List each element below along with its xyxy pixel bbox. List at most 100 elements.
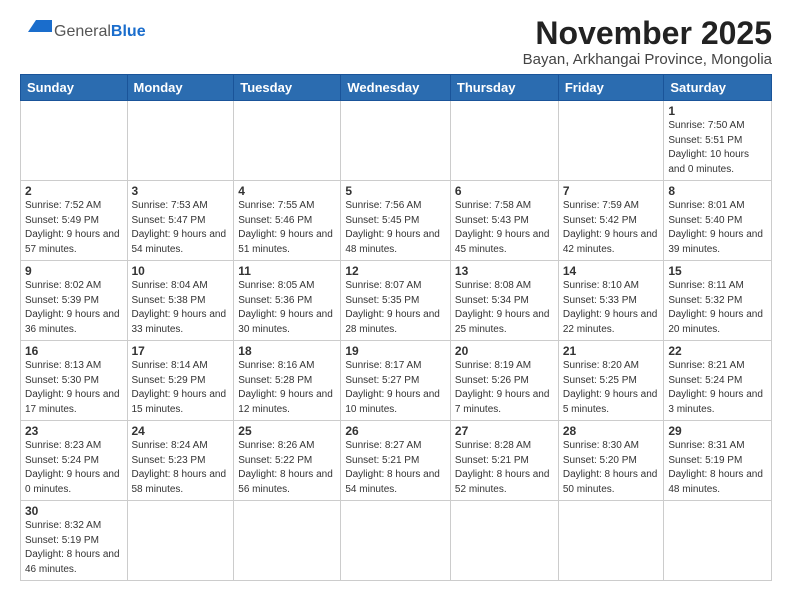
calendar-cell: 12Sunrise: 8:07 AMSunset: 5:35 PMDayligh… (341, 261, 451, 341)
day-info: Sunrise: 8:17 AMSunset: 5:27 PMDaylight:… (345, 359, 446, 417)
day-info: Sunrise: 8:01 AMSunset: 5:40 PMDaylight:… (668, 199, 767, 257)
day-number: 11 (238, 264, 336, 278)
week-row-3: 9Sunrise: 8:02 AMSunset: 5:39 PMDaylight… (21, 261, 772, 341)
day-info: Sunrise: 8:26 AMSunset: 5:22 PMDaylight:… (238, 439, 336, 497)
day-info: Sunrise: 7:50 AMSunset: 5:51 PMDaylight:… (668, 119, 767, 177)
day-number: 8 (668, 184, 767, 198)
day-header-thursday: Thursday (450, 75, 558, 101)
calendar-cell (664, 501, 772, 581)
calendar-cell: 28Sunrise: 8:30 AMSunset: 5:20 PMDayligh… (558, 421, 664, 501)
day-info: Sunrise: 8:02 AMSunset: 5:39 PMDaylight:… (25, 279, 123, 337)
day-number: 19 (345, 344, 446, 358)
logo-blue-text: Blue (111, 23, 146, 41)
calendar-cell (341, 501, 451, 581)
day-number: 10 (132, 264, 230, 278)
day-number: 30 (25, 504, 123, 518)
day-number: 25 (238, 424, 336, 438)
calendar-cell: 10Sunrise: 8:04 AMSunset: 5:38 PMDayligh… (127, 261, 234, 341)
day-number: 18 (238, 344, 336, 358)
day-info: Sunrise: 8:20 AMSunset: 5:25 PMDaylight:… (563, 359, 660, 417)
day-info: Sunrise: 7:56 AMSunset: 5:45 PMDaylight:… (345, 199, 446, 257)
day-number: 5 (345, 184, 446, 198)
day-info: Sunrise: 8:31 AMSunset: 5:19 PMDaylight:… (668, 439, 767, 497)
day-number: 15 (668, 264, 767, 278)
week-row-5: 23Sunrise: 8:23 AMSunset: 5:24 PMDayligh… (21, 421, 772, 501)
calendar-cell: 25Sunrise: 8:26 AMSunset: 5:22 PMDayligh… (234, 421, 341, 501)
day-info: Sunrise: 8:13 AMSunset: 5:30 PMDaylight:… (25, 359, 123, 417)
day-info: Sunrise: 8:19 AMSunset: 5:26 PMDaylight:… (455, 359, 554, 417)
day-info: Sunrise: 8:24 AMSunset: 5:23 PMDaylight:… (132, 439, 230, 497)
day-number: 24 (132, 424, 230, 438)
day-info: Sunrise: 8:14 AMSunset: 5:29 PMDaylight:… (132, 359, 230, 417)
week-row-2: 2Sunrise: 7:52 AMSunset: 5:49 PMDaylight… (21, 181, 772, 261)
day-info: Sunrise: 8:16 AMSunset: 5:28 PMDaylight:… (238, 359, 336, 417)
calendar-cell: 3Sunrise: 7:53 AMSunset: 5:47 PMDaylight… (127, 181, 234, 261)
calendar-cell: 11Sunrise: 8:05 AMSunset: 5:36 PMDayligh… (234, 261, 341, 341)
page-header: GeneralBlue November 2025 Bayan, Arkhang… (20, 16, 772, 68)
day-number: 9 (25, 264, 123, 278)
logo: GeneralBlue (20, 16, 146, 44)
day-info: Sunrise: 8:21 AMSunset: 5:24 PMDaylight:… (668, 359, 767, 417)
day-info: Sunrise: 8:11 AMSunset: 5:32 PMDaylight:… (668, 279, 767, 337)
day-header-monday: Monday (127, 75, 234, 101)
calendar-cell: 5Sunrise: 7:56 AMSunset: 5:45 PMDaylight… (341, 181, 451, 261)
logo-general-text: General (54, 23, 111, 41)
calendar-cell (450, 501, 558, 581)
day-number: 16 (25, 344, 123, 358)
calendar-cell (21, 101, 128, 181)
day-info: Sunrise: 8:05 AMSunset: 5:36 PMDaylight:… (238, 279, 336, 337)
location-title: Bayan, Arkhangai Province, Mongolia (523, 51, 772, 68)
day-number: 1 (668, 104, 767, 118)
calendar-cell: 22Sunrise: 8:21 AMSunset: 5:24 PMDayligh… (664, 341, 772, 421)
calendar-cell: 30Sunrise: 8:32 AMSunset: 5:19 PMDayligh… (21, 501, 128, 581)
day-info: Sunrise: 8:32 AMSunset: 5:19 PMDaylight:… (25, 519, 123, 577)
day-number: 28 (563, 424, 660, 438)
calendar-cell: 1Sunrise: 7:50 AMSunset: 5:51 PMDaylight… (664, 101, 772, 181)
day-header-friday: Friday (558, 75, 664, 101)
day-header-wednesday: Wednesday (341, 75, 451, 101)
calendar-cell: 4Sunrise: 7:55 AMSunset: 5:46 PMDaylight… (234, 181, 341, 261)
calendar-cell: 19Sunrise: 8:17 AMSunset: 5:27 PMDayligh… (341, 341, 451, 421)
calendar-cell: 23Sunrise: 8:23 AMSunset: 5:24 PMDayligh… (21, 421, 128, 501)
day-number: 14 (563, 264, 660, 278)
calendar-cell: 27Sunrise: 8:28 AMSunset: 5:21 PMDayligh… (450, 421, 558, 501)
calendar-cell: 13Sunrise: 8:08 AMSunset: 5:34 PMDayligh… (450, 261, 558, 341)
calendar-cell: 9Sunrise: 8:02 AMSunset: 5:39 PMDaylight… (21, 261, 128, 341)
day-info: Sunrise: 8:10 AMSunset: 5:33 PMDaylight:… (563, 279, 660, 337)
day-number: 2 (25, 184, 123, 198)
day-number: 7 (563, 184, 660, 198)
day-number: 4 (238, 184, 336, 198)
month-title: November 2025 (523, 16, 772, 51)
logo-row: GeneralBlue (20, 20, 146, 44)
calendar-cell: 20Sunrise: 8:19 AMSunset: 5:26 PMDayligh… (450, 341, 558, 421)
day-number: 22 (668, 344, 767, 358)
day-number: 29 (668, 424, 767, 438)
day-info: Sunrise: 8:28 AMSunset: 5:21 PMDaylight:… (455, 439, 554, 497)
calendar-cell (127, 501, 234, 581)
calendar-cell: 8Sunrise: 8:01 AMSunset: 5:40 PMDaylight… (664, 181, 772, 261)
calendar-cell (341, 101, 451, 181)
calendar-cell: 2Sunrise: 7:52 AMSunset: 5:49 PMDaylight… (21, 181, 128, 261)
day-info: Sunrise: 7:52 AMSunset: 5:49 PMDaylight:… (25, 199, 123, 257)
day-number: 12 (345, 264, 446, 278)
day-info: Sunrise: 8:04 AMSunset: 5:38 PMDaylight:… (132, 279, 230, 337)
day-info: Sunrise: 7:53 AMSunset: 5:47 PMDaylight:… (132, 199, 230, 257)
calendar-cell (234, 501, 341, 581)
day-number: 13 (455, 264, 554, 278)
calendar-cell: 6Sunrise: 7:58 AMSunset: 5:43 PMDaylight… (450, 181, 558, 261)
day-info: Sunrise: 8:07 AMSunset: 5:35 PMDaylight:… (345, 279, 446, 337)
day-number: 20 (455, 344, 554, 358)
week-row-6: 30Sunrise: 8:32 AMSunset: 5:19 PMDayligh… (21, 501, 772, 581)
day-number: 17 (132, 344, 230, 358)
calendar-cell: 26Sunrise: 8:27 AMSunset: 5:21 PMDayligh… (341, 421, 451, 501)
day-info: Sunrise: 8:30 AMSunset: 5:20 PMDaylight:… (563, 439, 660, 497)
calendar-cell: 18Sunrise: 8:16 AMSunset: 5:28 PMDayligh… (234, 341, 341, 421)
calendar-cell: 17Sunrise: 8:14 AMSunset: 5:29 PMDayligh… (127, 341, 234, 421)
day-number: 26 (345, 424, 446, 438)
calendar-cell: 21Sunrise: 8:20 AMSunset: 5:25 PMDayligh… (558, 341, 664, 421)
day-header-sunday: Sunday (21, 75, 128, 101)
week-row-4: 16Sunrise: 8:13 AMSunset: 5:30 PMDayligh… (21, 341, 772, 421)
title-area: November 2025 Bayan, Arkhangai Province,… (523, 16, 772, 68)
logo-svg-icon (20, 20, 52, 44)
day-info: Sunrise: 8:27 AMSunset: 5:21 PMDaylight:… (345, 439, 446, 497)
